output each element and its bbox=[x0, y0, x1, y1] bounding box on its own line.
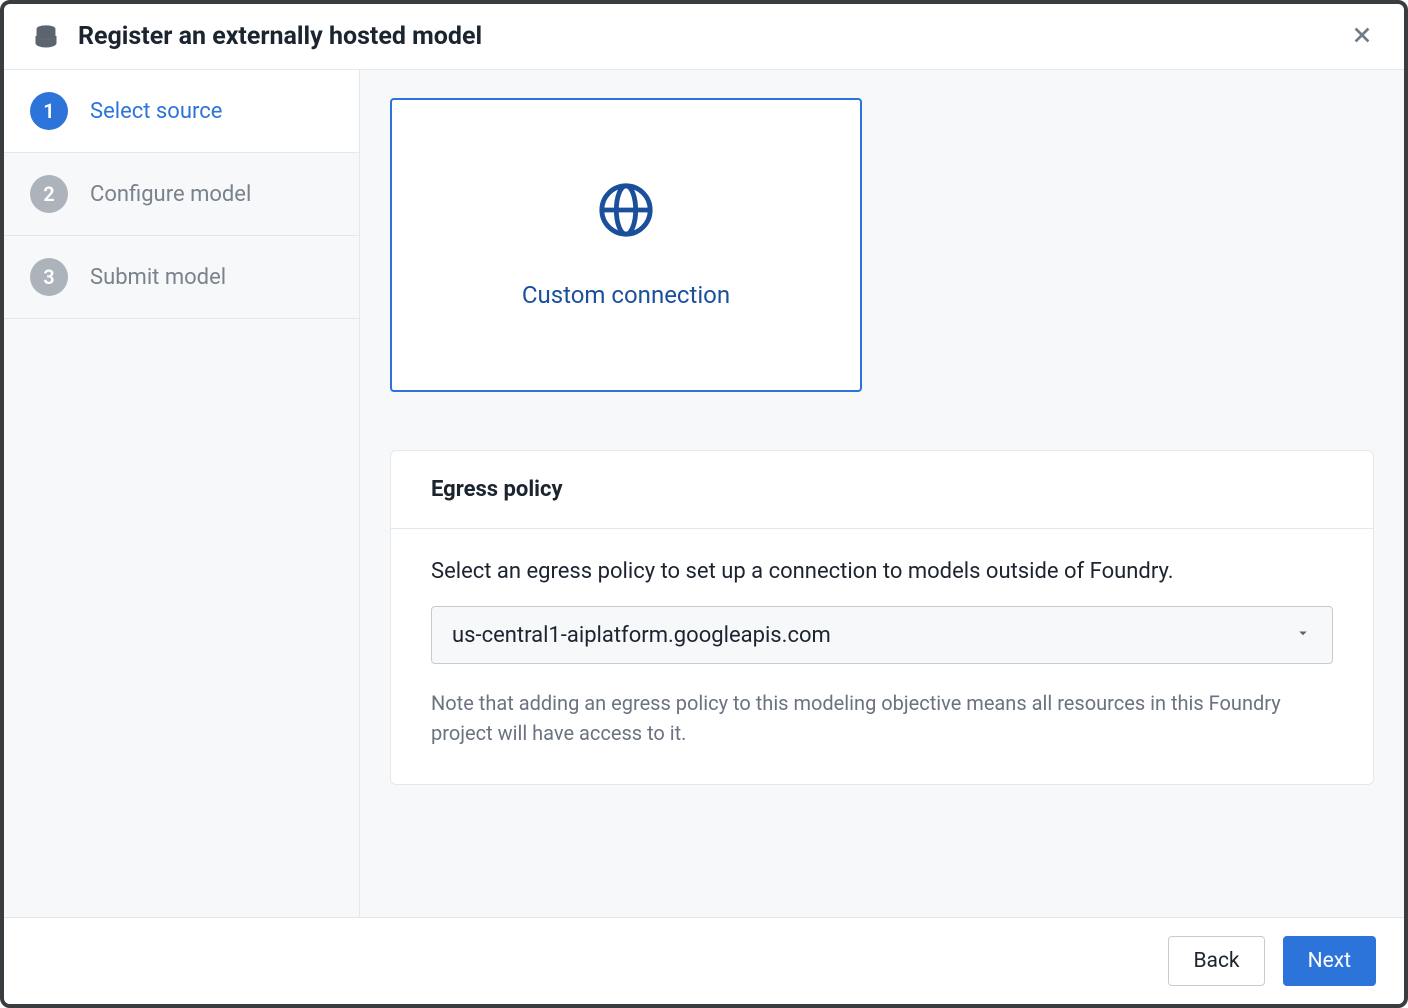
egress-description: Select an egress policy to set up a conn… bbox=[431, 559, 1333, 584]
step-configure-model[interactable]: 2 Configure model bbox=[4, 153, 359, 236]
dialog-window: Register an externally hosted model 1 Se… bbox=[0, 0, 1408, 1008]
egress-policy-select[interactable]: us-central1-aiplatform.googleapis.com bbox=[431, 606, 1333, 664]
close-button[interactable] bbox=[1348, 23, 1376, 51]
chevron-down-icon bbox=[1294, 624, 1312, 646]
step-label: Submit model bbox=[90, 265, 226, 290]
dialog-title: Register an externally hosted model bbox=[78, 22, 1348, 51]
step-submit-model[interactable]: 3 Submit model bbox=[4, 236, 359, 319]
dialog-footer: Back Next bbox=[4, 917, 1404, 1004]
back-button[interactable]: Back bbox=[1168, 936, 1264, 986]
source-card-label: Custom connection bbox=[522, 281, 730, 309]
egress-note: Note that adding an egress policy to thi… bbox=[431, 688, 1333, 748]
panel-header: Egress policy bbox=[391, 451, 1373, 529]
content-area: Custom connection Egress policy Select a… bbox=[360, 70, 1404, 917]
dialog-body: 1 Select source 2 Configure model 3 Subm… bbox=[4, 70, 1404, 917]
select-value: us-central1-aiplatform.googleapis.com bbox=[452, 623, 831, 648]
step-label: Select source bbox=[90, 99, 222, 124]
globe-icon bbox=[597, 181, 655, 239]
close-icon bbox=[1351, 24, 1373, 50]
dialog-header: Register an externally hosted model bbox=[4, 4, 1404, 70]
step-label: Configure model bbox=[90, 182, 251, 207]
step-select-source[interactable]: 1 Select source bbox=[4, 70, 359, 153]
egress-title: Egress policy bbox=[431, 477, 1333, 502]
step-number: 1 bbox=[30, 92, 68, 130]
stepper-sidebar: 1 Select source 2 Configure model 3 Subm… bbox=[4, 70, 360, 917]
database-icon bbox=[32, 23, 60, 51]
source-card-custom-connection[interactable]: Custom connection bbox=[390, 98, 862, 392]
step-number: 3 bbox=[30, 258, 68, 296]
next-button[interactable]: Next bbox=[1283, 936, 1376, 986]
egress-policy-panel: Egress policy Select an egress policy to… bbox=[390, 450, 1374, 785]
step-number: 2 bbox=[30, 175, 68, 213]
panel-body: Select an egress policy to set up a conn… bbox=[391, 529, 1373, 784]
